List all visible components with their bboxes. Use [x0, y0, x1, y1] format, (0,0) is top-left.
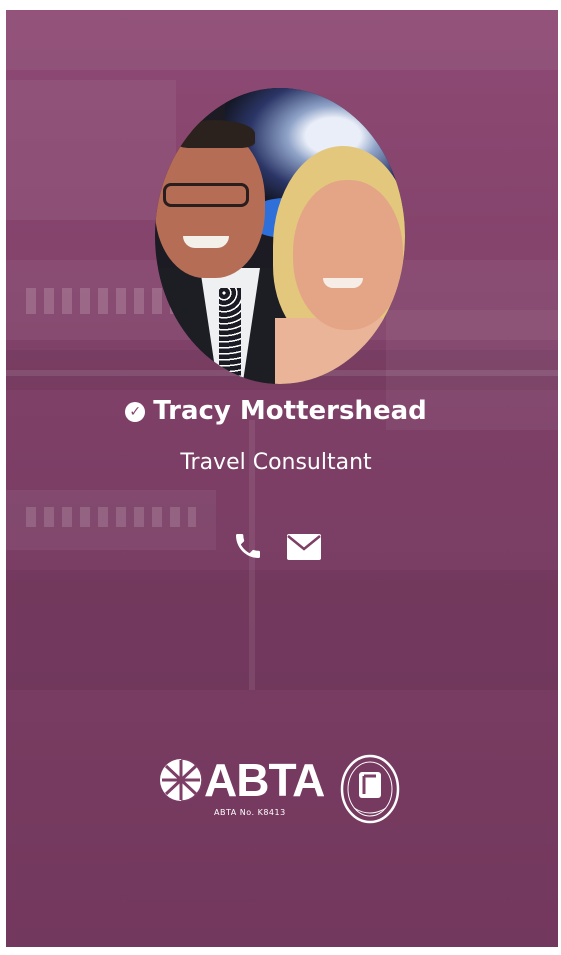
photo-man-hair — [175, 120, 255, 148]
photo-glasses — [163, 183, 249, 207]
background-awning — [26, 507, 196, 527]
contact-icons — [232, 528, 332, 568]
photo-tie — [219, 288, 241, 384]
photo-man-smile — [183, 236, 229, 248]
background-shape — [6, 80, 176, 220]
abta-number: ABTA No. K8413 — [214, 808, 286, 817]
profile-name: Tracy Mottershead — [153, 396, 427, 426]
atol-protected-seal — [340, 754, 400, 824]
background-awning — [26, 288, 176, 314]
photo-woman-smile — [323, 278, 363, 288]
profile-name-row: ✓ Tracy Mottershead — [0, 396, 552, 426]
background-ship-image — [6, 10, 558, 70]
email-icon[interactable] — [286, 532, 321, 562]
profile-photo — [155, 88, 405, 384]
verified-check-icon: ✓ — [125, 402, 146, 422]
abta-logo: ABTA ABTA No. K8413 — [158, 748, 328, 828]
profile-title: Travel Consultant — [180, 450, 372, 475]
background-shape — [6, 570, 558, 690]
photo-woman-face — [293, 180, 403, 330]
abta-globe-icon — [160, 758, 203, 802]
phone-icon[interactable] — [232, 528, 266, 568]
abta-wordmark: ABTA — [204, 754, 325, 806]
